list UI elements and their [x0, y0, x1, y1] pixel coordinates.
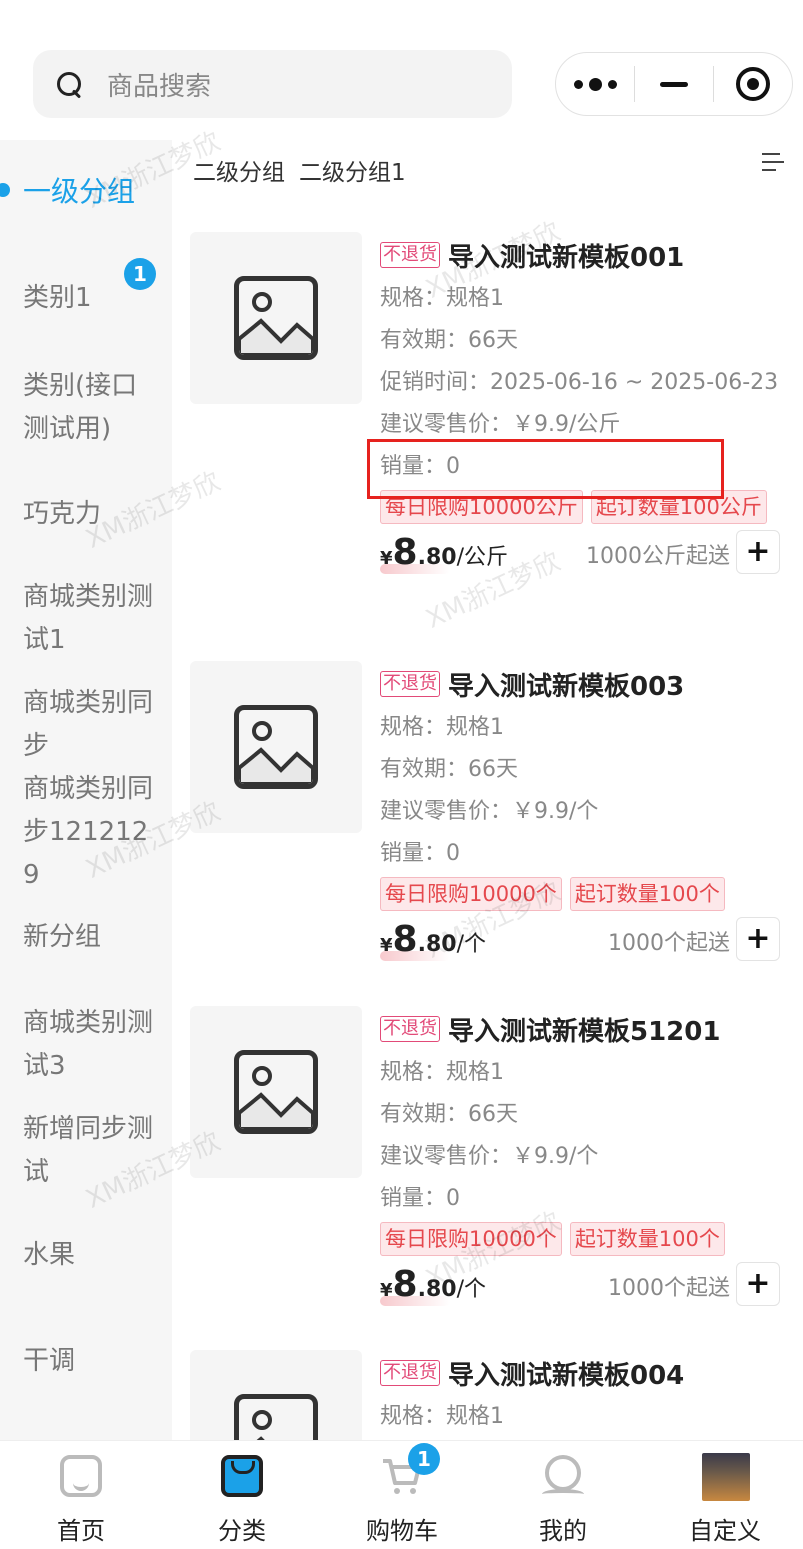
retail-price: 建议零售价：￥9.9/个 [380, 799, 599, 824]
more-button[interactable] [556, 53, 634, 115]
promo-time: 促销时间：2025-06-16 ~ 2025-06-23 [380, 370, 779, 395]
product-card[interactable]: 不退货 导入测试新模板51201 规格：规格1 有效期：66天 建议零售价：￥9… [190, 1006, 795, 1316]
product-title: 导入测试新模板004 [448, 1360, 685, 1391]
product-image-placeholder [190, 232, 362, 404]
subgroup-tabs: 二级分组 二级分组1 [193, 153, 406, 187]
add-to-cart-button[interactable]: + [736, 917, 780, 961]
sidebar-item-category-api-test[interactable]: 类别(接口测试用) [23, 365, 163, 451]
add-to-cart-button[interactable]: + [736, 1262, 780, 1306]
tab-subgroup-1[interactable]: 二级分组1 [299, 153, 406, 187]
minimize-button[interactable] [635, 53, 713, 115]
sidebar-item-dried-seasoning[interactable]: 干调 [23, 1340, 163, 1383]
tab-subgroup[interactable]: 二级分组 [193, 153, 285, 187]
no-return-tag: 不退货 [380, 1360, 440, 1386]
tab-label: 自定义 [689, 1517, 761, 1545]
product-spec: 规格：规格1 [380, 1060, 504, 1085]
add-to-cart-button[interactable]: + [736, 530, 780, 574]
sidebar-item-fruit[interactable]: 水果 [23, 1234, 163, 1277]
image-placeholder-icon [234, 705, 318, 789]
sidebar-item-primary-group[interactable]: 一级分组 [23, 170, 163, 213]
min-order-text: 1000个起送 [608, 1276, 730, 1301]
highlight-annotation [367, 439, 724, 499]
product-image-placeholder [190, 1006, 362, 1178]
home-icon [60, 1455, 102, 1497]
plus-icon: + [745, 921, 771, 956]
product-card[interactable]: 不退货 导入测试新模板003 规格：规格1 有效期：66天 建议零售价：￥9.9… [190, 661, 795, 971]
more-dots-icon [573, 77, 617, 91]
no-return-tag: 不退货 [380, 1016, 440, 1042]
tab-label: 购物车 [366, 1517, 438, 1545]
tab-mine[interactable]: 我的 [483, 1441, 643, 1549]
search-bar[interactable]: 商品搜索 [33, 50, 512, 118]
product-spec: 规格：规格1 [380, 1404, 504, 1429]
min-order-text: 1000个起送 [608, 931, 730, 956]
sidebar-item-mall-sync-1212129[interactable]: 商城类别同步1212129 [23, 768, 163, 897]
category-sidebar: 一级分组 类别1 1 类别(接口测试用) 巧克力 商城类别测试1 商城类别同步 … [0, 140, 172, 1440]
daily-limit-tag: 每日限购10000个 [380, 1222, 562, 1256]
product-validity: 有效期：66天 [380, 757, 518, 782]
min-order-text: 1000公斤起送 [586, 544, 730, 569]
plus-icon: + [745, 534, 771, 569]
product-price: ¥8.80/公斤 [380, 532, 508, 573]
sidebar-item-new-group[interactable]: 新分组 [23, 916, 163, 959]
image-placeholder-icon [234, 1394, 318, 1440]
min-quantity-tag: 起订数量100个 [569, 1222, 725, 1256]
tab-custom[interactable]: 自定义 [645, 1441, 803, 1549]
top-bar: 商品搜索 [0, 0, 803, 140]
product-spec: 规格：规格1 [380, 286, 504, 311]
min-quantity-tag: 起订数量100个 [569, 877, 725, 911]
product-spec: 规格：规格1 [380, 715, 504, 740]
tab-label: 分类 [218, 1517, 266, 1545]
plus-icon: + [745, 1266, 771, 1301]
miniprogram-capsule [555, 52, 793, 116]
no-return-tag: 不退货 [380, 671, 440, 697]
product-validity: 有效期：66天 [380, 328, 518, 353]
tab-label: 首页 [57, 1517, 105, 1545]
search-icon [55, 70, 83, 98]
close-target-icon [736, 67, 770, 101]
tab-label: 我的 [539, 1517, 587, 1545]
product-card[interactable]: 不退货 导入测试新模板004 规格：规格1 [190, 1350, 795, 1440]
close-button[interactable] [714, 53, 792, 115]
minimize-icon [660, 81, 688, 87]
tab-home[interactable]: 首页 [1, 1441, 161, 1549]
bottom-tab-bar: 首页 分类 购物车 我的 自定义 [0, 1440, 803, 1549]
sidebar-item-chocolate[interactable]: 巧克力 [23, 493, 163, 536]
image-placeholder-icon [234, 1050, 318, 1134]
product-price: ¥8.80/个 [380, 919, 486, 960]
active-indicator [0, 183, 10, 197]
daily-limit-tag: 每日限购10000个 [380, 877, 562, 911]
sales-count: 销量：0 [380, 841, 460, 866]
tab-category[interactable]: 分类 [162, 1441, 322, 1549]
category-badge: 1 [124, 258, 156, 290]
profile-icon [542, 1455, 584, 1497]
search-placeholder: 商品搜索 [107, 71, 212, 102]
sidebar-item-mall-test-3[interactable]: 商城类别测试3 [23, 1002, 163, 1088]
sales-count: 销量：0 [380, 1186, 460, 1211]
list-menu-icon[interactable] [762, 152, 784, 174]
sidebar-item-new-sync-test[interactable]: 新增同步测试 [23, 1108, 163, 1194]
sidebar-item-mall-sync[interactable]: 商城类别同步 [23, 682, 163, 768]
tab-cart[interactable]: 购物车 [322, 1441, 482, 1549]
retail-price: 建议零售价：￥9.9/个 [380, 1144, 599, 1169]
no-return-tag: 不退货 [380, 242, 440, 268]
product-title: 导入测试新模板51201 [448, 1016, 721, 1047]
sidebar-item-mall-test-1[interactable]: 商城类别测试1 [23, 576, 163, 662]
image-placeholder-icon [234, 276, 318, 360]
shopping-bag-icon [221, 1455, 263, 1497]
product-validity: 有效期：66天 [380, 1102, 518, 1127]
product-card[interactable]: 不退货 导入测试新模板001 规格：规格1 有效期：66天 促销时间：2025-… [190, 232, 795, 632]
product-title: 导入测试新模板003 [448, 671, 685, 702]
product-image-placeholder [190, 1350, 362, 1440]
product-price: ¥8.80/个 [380, 1264, 486, 1305]
product-image-placeholder [190, 661, 362, 833]
cart-badge: 1 [408, 1443, 440, 1475]
product-title: 导入测试新模板001 [448, 242, 685, 273]
custom-avatar-icon [702, 1453, 750, 1501]
